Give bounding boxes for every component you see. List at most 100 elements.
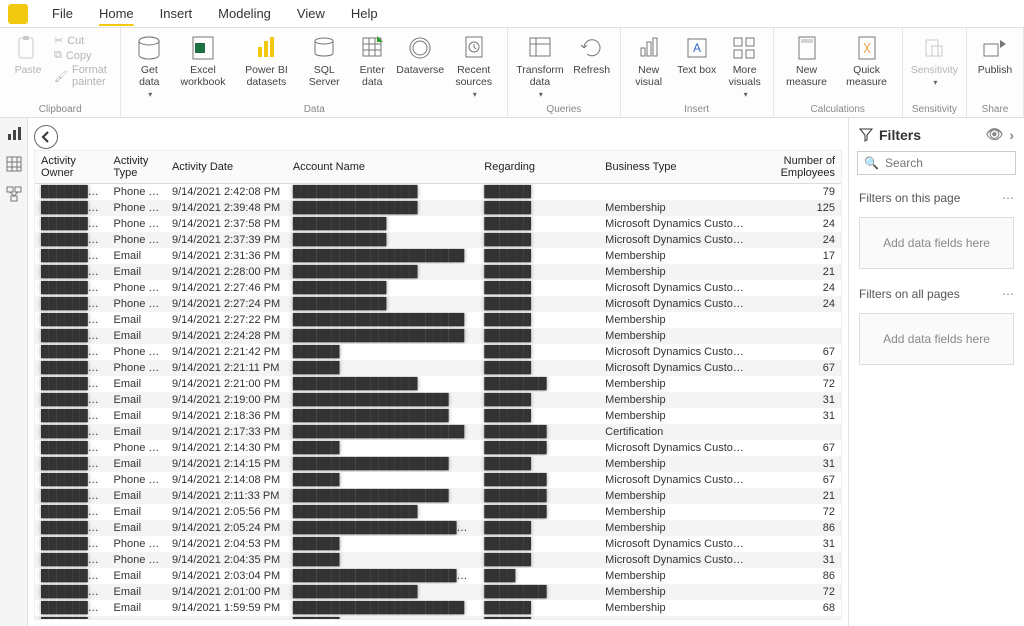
table-row[interactable]: ████████Phone Call9/14/2021 1:59:12 PM██… (35, 616, 841, 620)
group-label-insert: Insert (627, 104, 767, 115)
format-painter-button[interactable]: 🖌Format painter (54, 64, 114, 88)
cell-owner: ████████ (35, 408, 108, 424)
table-row[interactable]: ████████Phone Call9/14/2021 2:04:35 PM██… (35, 552, 841, 568)
cell-regarding: ████████ (478, 424, 599, 440)
excel-button[interactable]: Excel workbook (175, 32, 230, 90)
col-regarding[interactable]: Regarding (478, 151, 599, 184)
cell-employees: 72 (750, 584, 841, 600)
filter-search-input[interactable] (885, 156, 1024, 170)
cell-account: ████████████████████ (287, 488, 478, 504)
cell-type: Phone Call (108, 616, 166, 620)
new-measure-button[interactable]: New measure (780, 32, 834, 90)
more-visuals-button[interactable]: More visuals▾ (723, 32, 767, 101)
recent-sources-button[interactable]: Recent sources▾ (446, 32, 501, 101)
table-row[interactable]: ████████Email9/14/2021 2:01:00 PM███████… (35, 584, 841, 600)
col-type[interactable]: Activity Type (108, 151, 166, 184)
col-owner[interactable]: Activity Owner (35, 151, 108, 184)
cut-button[interactable]: ✂Cut (54, 34, 114, 47)
quick-measure-button[interactable]: Quick measure (837, 32, 895, 90)
table-row[interactable]: ████████Email9/14/2021 2:17:33 PM███████… (35, 424, 841, 440)
table-row[interactable]: ████████Email9/14/2021 1:59:59 PM███████… (35, 600, 841, 616)
paste-button[interactable]: Paste (6, 32, 50, 78)
new-visual-button[interactable]: New visual (627, 32, 671, 90)
pbi-datasets-button[interactable]: Power BI datasets (235, 32, 299, 90)
filters-all-pages-label: Filters on all pages (859, 287, 960, 301)
chevron-right-icon[interactable]: › (1009, 127, 1014, 143)
copy-button[interactable]: ⧉Copy (54, 49, 114, 62)
table-row[interactable]: ████████Phone Call9/14/2021 2:14:08 PM██… (35, 472, 841, 488)
cell-account: ████████████████ (287, 584, 478, 600)
sql-server-button[interactable]: SQL Server (302, 32, 346, 90)
cell-type: Email (108, 392, 166, 408)
table-row[interactable]: ████████Phone Call9/14/2021 2:21:42 PM██… (35, 344, 841, 360)
cell-owner: ████████ (35, 392, 108, 408)
ribbon-group-clipboard: Paste ✂Cut ⧉Copy 🖌Format painter Clipboa… (0, 28, 121, 117)
menu-home[interactable]: Home (97, 2, 136, 25)
sensitivity-button[interactable]: Sensitivity▾ (909, 32, 960, 89)
chevron-down-icon: ▾ (148, 90, 152, 99)
more-icon[interactable]: ⋯ (1002, 287, 1014, 301)
cell-owner: ████████ (35, 568, 108, 584)
table-row[interactable]: ████████Email9/14/2021 2:05:24 PM███████… (35, 520, 841, 536)
chevron-down-icon: ▾ (473, 90, 477, 99)
table-row[interactable]: ████████Phone Call9/14/2021 2:42:08 PM██… (35, 184, 841, 201)
get-data-button[interactable]: Get data▾ (127, 32, 171, 101)
table-row[interactable]: ████████Phone Call9/14/2021 2:27:46 PM██… (35, 280, 841, 296)
filters-title: Filters (879, 127, 921, 143)
table-row[interactable]: ████████Email9/14/2021 2:03:04 PM███████… (35, 568, 841, 584)
table-row[interactable]: ████████Email9/14/2021 2:05:56 PM███████… (35, 504, 841, 520)
table-row[interactable]: ████████Phone Call9/14/2021 2:39:48 PM██… (35, 200, 841, 216)
col-date[interactable]: Activity Date (166, 151, 287, 184)
table-row[interactable]: ████████Email9/14/2021 2:18:36 PM███████… (35, 408, 841, 424)
report-view-button[interactable] (4, 124, 24, 144)
cell-type: Email (108, 408, 166, 424)
group-label-share: Share (973, 104, 1017, 115)
menu-insert[interactable]: Insert (158, 2, 195, 25)
eye-icon[interactable]: 👁 (986, 126, 1004, 143)
table-row[interactable]: ████████Phone Call9/14/2021 2:14:30 PM██… (35, 440, 841, 456)
menu-file[interactable]: File (50, 2, 75, 25)
table-row[interactable]: ████████Phone Call9/14/2021 2:37:58 PM██… (35, 216, 841, 232)
more-icon[interactable]: ⋯ (1002, 191, 1014, 205)
table-row[interactable]: ████████Email9/14/2021 2:19:00 PM███████… (35, 392, 841, 408)
cell-employees: 31 (750, 552, 841, 568)
menu-modeling[interactable]: Modeling (216, 2, 273, 25)
col-biztype[interactable]: Business Type (599, 151, 750, 184)
cell-biztype: Membership (599, 584, 750, 600)
filters-all-pages-dropzone[interactable]: Add data fields here (859, 313, 1014, 365)
col-account[interactable]: Account Name (287, 151, 478, 184)
refresh-button[interactable]: Refresh (570, 32, 614, 78)
text-box-button[interactable]: AText box (675, 32, 719, 78)
table-row[interactable]: ████████Email9/14/2021 2:31:36 PM███████… (35, 248, 841, 264)
table-row[interactable]: ████████Email9/14/2021 2:28:00 PM███████… (35, 264, 841, 280)
enter-data-button[interactable]: Enter data (350, 32, 394, 90)
transform-data-button[interactable]: Transform data▾ (514, 32, 565, 101)
menu-view[interactable]: View (295, 2, 327, 25)
filters-this-page-dropzone[interactable]: Add data fields here (859, 217, 1014, 269)
table-visual[interactable]: Activity Owner Activity Type Activity Da… (34, 150, 842, 620)
ribbon-group-share: Publish Share (967, 28, 1024, 117)
model-view-button[interactable] (4, 184, 24, 204)
menu-help[interactable]: Help (349, 2, 380, 25)
table-row[interactable]: ████████Email9/14/2021 2:14:15 PM███████… (35, 456, 841, 472)
table-row[interactable]: ████████Phone Call9/14/2021 2:27:24 PM██… (35, 296, 841, 312)
dataverse-button[interactable]: Dataverse (398, 32, 442, 78)
data-view-button[interactable] (4, 154, 24, 174)
cell-employees: 72 (750, 504, 841, 520)
table-row[interactable]: ████████Phone Call9/14/2021 2:04:53 PM██… (35, 536, 841, 552)
cell-date: 9/14/2021 2:24:28 PM (166, 328, 287, 344)
cell-owner: ████████ (35, 616, 108, 620)
table-row[interactable]: ████████Phone Call9/14/2021 2:21:11 PM██… (35, 360, 841, 376)
publish-button[interactable]: Publish (973, 32, 1017, 78)
table-row[interactable]: ████████Email9/14/2021 2:27:22 PM███████… (35, 312, 841, 328)
filter-search[interactable]: 🔍 (857, 151, 1016, 175)
back-button[interactable] (34, 125, 58, 149)
table-row[interactable]: ████████Phone Call9/14/2021 2:37:39 PM██… (35, 232, 841, 248)
cell-account: ████████████ (287, 296, 478, 312)
table-row[interactable]: ████████Email9/14/2021 2:11:33 PM███████… (35, 488, 841, 504)
table-row[interactable]: ████████Email9/14/2021 2:21:00 PM███████… (35, 376, 841, 392)
table-row[interactable]: ████████Email9/14/2021 2:24:28 PM███████… (35, 328, 841, 344)
filter-icon (859, 128, 873, 142)
cell-date: 9/14/2021 2:37:39 PM (166, 232, 287, 248)
col-employees[interactable]: Number of Employees (750, 151, 841, 184)
